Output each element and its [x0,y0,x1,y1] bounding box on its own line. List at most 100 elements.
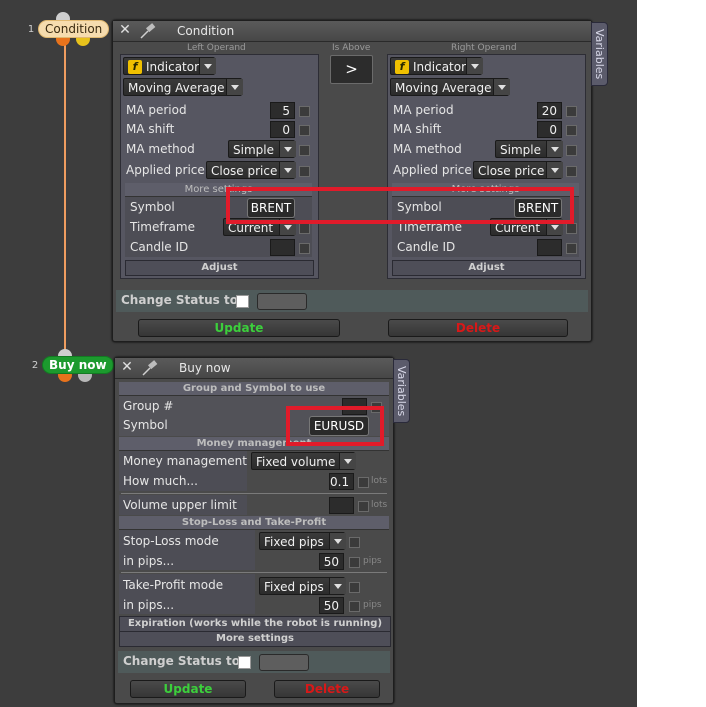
change-status-checkbox[interactable] [236,295,249,308]
right-applied-price-dropdown[interactable]: Close price [473,161,563,179]
status-color-picker[interactable] [257,293,307,310]
right-ma-method-label: MA method [393,142,462,156]
right-ma-method-checkbox[interactable] [566,145,577,156]
node-label[interactable]: Condition [38,20,110,38]
update-button[interactable]: Update [130,680,246,698]
take-profit-mode-dropdown[interactable]: Fixed pips [259,577,346,595]
left-applied-price-label: Applied price [126,163,205,177]
right-adjust-button[interactable]: Adjust [392,260,581,276]
right-operand-caption: Right Operand [451,43,517,53]
right-ma-shift-input[interactable]: 0 [537,121,562,138]
highlight-symbol-condition [226,187,574,224]
node-buy-now[interactable]: 2 Buy now [28,356,114,374]
highlight-symbol-buy [286,406,384,446]
stop-loss-pips-label: in pips... [123,554,175,568]
right-candle-id-checkbox[interactable] [566,243,577,254]
left-ma-method-checkbox[interactable] [299,145,310,156]
chevron-down-icon[interactable] [329,533,346,549]
left-ma-method-dropdown[interactable]: Simple [228,140,296,158]
close-icon[interactable]: ✕ [120,360,134,374]
left-ma-period-label: MA period [126,103,187,117]
close-icon[interactable]: ✕ [118,23,132,37]
chevron-down-icon[interactable] [199,58,216,74]
delete-button[interactable]: Delete [274,680,380,698]
take-profit-pips-input[interactable]: 50 [319,597,344,614]
take-profit-pips-checkbox[interactable] [349,601,360,612]
comparison-operator-button[interactable]: > [330,55,373,84]
left-ma-shift-checkbox[interactable] [299,125,310,136]
change-status-label: Change Status to [121,293,238,307]
node-label[interactable]: Buy now [42,356,114,374]
delete-button[interactable]: Delete [388,319,568,337]
pin-icon[interactable] [140,359,160,377]
left-ma-period-checkbox[interactable] [299,106,310,117]
left-indicator-dropdown[interactable]: Moving Average [123,78,243,96]
node-condition[interactable]: 1 Condition [24,20,110,38]
chevron-down-icon[interactable] [279,141,296,157]
chevron-down-icon[interactable] [466,58,483,74]
chevron-down-icon[interactable] [226,79,243,95]
left-timeframe-checkbox[interactable] [299,223,310,234]
chevron-down-icon[interactable] [493,79,510,95]
stop-loss-pips-checkbox[interactable] [349,557,360,568]
right-applied-price-checkbox[interactable] [566,166,577,177]
more-settings-button[interactable]: More settings [119,631,391,647]
window-titlebar[interactable]: ✕ Buy now [115,358,393,379]
stop-loss-pips-unit: pips [363,556,382,566]
left-source-value: Indicator [146,60,200,74]
right-ma-method-dropdown[interactable]: Simple [495,140,563,158]
take-profit-mode-checkbox[interactable] [349,582,360,593]
chevron-down-icon[interactable] [279,162,296,178]
left-ma-shift-label: MA shift [126,122,175,136]
pin-icon[interactable] [138,22,158,40]
chevron-down-icon[interactable] [329,578,346,594]
right-timeframe-checkbox[interactable] [566,223,577,234]
right-ma-period-input[interactable]: 20 [537,102,562,119]
change-status-checkbox[interactable] [238,656,251,669]
node-number: 1 [27,23,35,35]
right-applied-price-value: Close price [478,164,545,178]
buy-now-variables-tab[interactable]: Variables [393,359,410,423]
left-source-dropdown[interactable]: f Indicator [123,57,216,75]
left-indicator-value: Moving Average [128,81,225,95]
how-much-checkbox[interactable] [358,477,369,488]
window-title: Buy now [179,361,231,375]
left-candle-id-checkbox[interactable] [299,243,310,254]
right-ma-shift-checkbox[interactable] [566,125,577,136]
how-much-input[interactable]: 0.1 [329,473,354,490]
update-button[interactable]: Update [138,319,340,337]
right-candle-id-input[interactable] [537,239,562,256]
stop-loss-mode-dropdown[interactable]: Fixed pips [259,532,346,550]
right-operand-panel: f Indicator Moving Average MA period 20 M… [387,54,586,279]
condition-window: ✕ Condition Left Operand Is Above Right … [112,20,592,342]
take-profit-mode-label: Take-Profit mode [123,578,224,592]
symbol-label: Symbol [123,418,168,432]
left-candle-id-input[interactable] [270,239,295,256]
right-ma-period-checkbox[interactable] [566,106,577,117]
stop-loss-mode-checkbox[interactable] [349,537,360,548]
volume-upper-limit-input[interactable] [329,497,354,514]
left-adjust-button[interactable]: Adjust [125,260,314,276]
right-source-dropdown[interactable]: f Indicator [390,57,483,75]
window-titlebar[interactable]: ✕ Condition [113,21,591,42]
left-operand-caption: Left Operand [187,43,246,53]
money-management-dropdown[interactable]: Fixed volume [251,452,356,470]
status-color-picker[interactable] [259,654,309,671]
left-ma-shift-input[interactable]: 0 [270,121,295,138]
chevron-down-icon[interactable] [339,453,356,469]
left-ma-period-input[interactable]: 5 [270,102,295,119]
how-much-label: How much... [123,474,198,488]
expiration-button[interactable]: Expiration (works while the robot is run… [119,616,391,632]
left-operand-panel: f Indicator Moving Average MA period 5 MA… [120,54,319,279]
stop-loss-pips-input[interactable]: 50 [319,553,344,570]
node-number: 2 [31,359,39,371]
right-applied-price-label: Applied price [393,163,472,177]
right-source-value: Indicator [413,60,467,74]
left-applied-price-checkbox[interactable] [299,166,310,177]
chevron-down-icon[interactable] [546,162,563,178]
left-applied-price-dropdown[interactable]: Close price [206,161,296,179]
right-indicator-dropdown[interactable]: Moving Average [390,78,510,96]
chevron-down-icon[interactable] [546,141,563,157]
volume-upper-limit-checkbox[interactable] [358,501,369,512]
condition-variables-tab[interactable]: Variables [591,22,608,86]
